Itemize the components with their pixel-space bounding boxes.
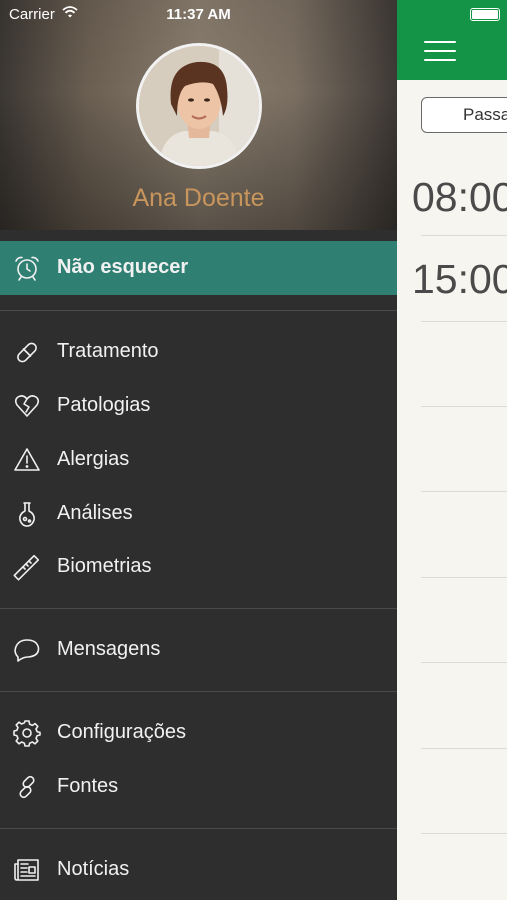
speech-bubble-icon — [14, 639, 40, 662]
menu-item-reminders[interactable]: Não esquecer — [0, 241, 397, 295]
ruler-icon — [13, 554, 40, 581]
menu-item-messages[interactable]: Mensagens — [0, 623, 397, 677]
menu-item-label: Patologias — [57, 394, 151, 416]
menu-item-label: Fontes — [57, 775, 119, 797]
menu-divider — [0, 828, 397, 829]
gear-icon — [13, 720, 41, 747]
avatar-portrait-image — [139, 46, 259, 166]
schedule-time: 08:00 — [412, 174, 507, 220]
menu-divider — [0, 608, 397, 609]
menu-item-allergies[interactable]: Alergias — [0, 433, 397, 487]
menu-divider — [0, 691, 397, 692]
warning-triangle-icon — [14, 448, 40, 471]
row-divider — [421, 833, 507, 834]
menu-item-pathologies[interactable]: Patologias — [0, 379, 397, 433]
menu-item-label: Análises — [57, 502, 133, 524]
newspaper-icon — [14, 859, 39, 881]
user-name: Ana Doente — [132, 184, 265, 212]
row-divider — [421, 748, 507, 749]
menu-item-label: Notícias — [57, 858, 130, 880]
schedule-time: 15:00 — [412, 256, 507, 302]
main-header-bar — [397, 0, 507, 80]
menu-divider — [0, 310, 397, 311]
lab-flask-icon — [19, 502, 35, 527]
row-divider — [421, 662, 507, 663]
menu-item-news[interactable]: Notícias — [0, 843, 397, 897]
avatar[interactable] — [136, 43, 262, 169]
menu-item-biometrics[interactable]: Biometrias — [0, 540, 397, 594]
schedule-row[interactable]: 15:00 — [412, 236, 507, 322]
menu-item-analyses[interactable]: Análises — [0, 487, 397, 541]
profile-header: Carrier Ana Doente — [0, 0, 397, 230]
menu-item-label: Alergias — [57, 448, 130, 470]
link-chain-icon — [19, 775, 35, 799]
past-filter-button[interactable]: Passadas — [421, 97, 507, 133]
schedule-row[interactable]: 08:00 — [412, 160, 507, 236]
menu-item-treatment[interactable]: Tratamento — [0, 325, 397, 379]
main-content-pane: Passadas 08:00 15:00 — [397, 0, 507, 900]
menu-item-sources[interactable]: Fontes — [0, 760, 397, 814]
menu-item-label: Tratamento — [57, 340, 159, 362]
menu-item-settings[interactable]: Configurações — [0, 706, 397, 760]
menu-item-label: Configurações — [57, 721, 186, 743]
broken-heart-icon — [14, 395, 40, 417]
alarm-clock-icon — [15, 256, 39, 281]
menu-hamburger-icon[interactable] — [424, 41, 456, 61]
row-divider — [421, 406, 507, 407]
menu-item-label: Não esquecer — [57, 256, 189, 278]
status-time: 11:37 AM — [166, 6, 231, 23]
menu-item-label: Mensagens — [57, 638, 161, 660]
pill-icon — [17, 342, 37, 363]
menu-item-label: Biometrias — [57, 555, 152, 577]
battery-icon — [470, 8, 500, 21]
row-divider — [421, 577, 507, 578]
row-divider — [421, 491, 507, 492]
navigation-drawer: Carrier Ana Doente 11:37 AM Não esquecer… — [0, 0, 397, 900]
